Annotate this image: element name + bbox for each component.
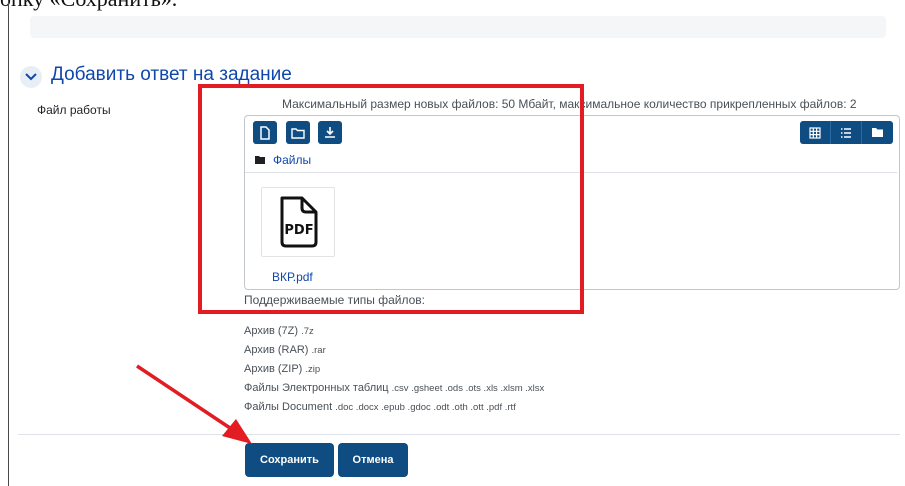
file-name-link[interactable]: ВКР.pdf — [272, 270, 313, 284]
tree-view-icon — [872, 128, 883, 137]
cancel-button[interactable]: Отмена — [338, 443, 408, 477]
accepted-type-item: Архив (ZIP) .zip — [244, 363, 321, 375]
grid-view-icon — [809, 126, 821, 139]
top-panel — [30, 16, 886, 38]
breadcrumb[interactable]: Файлы — [255, 153, 311, 167]
pdf-label: PDF — [284, 223, 313, 238]
grid-view-button[interactable] — [800, 121, 831, 144]
chevron-down-icon — [25, 73, 37, 81]
left-border — [8, 0, 9, 486]
view-switcher — [800, 121, 893, 144]
save-button[interactable]: Сохранить — [245, 443, 334, 477]
pdf-file-icon: PDF — [280, 196, 318, 248]
field-label: Файл работы — [37, 103, 111, 117]
upload-limits: Максимальный размер новых файлов: 50 Мба… — [282, 97, 857, 111]
accepted-type-item: Архив (RAR) .rar — [244, 344, 326, 356]
breadcrumb-label: Файлы — [273, 153, 312, 167]
annotation-arrow — [136, 364, 237, 434]
form-divider — [18, 434, 900, 435]
accepted-type-item: Файлы Document .doc .docx .epub .gdoc .o… — [244, 401, 516, 413]
path-divider — [245, 172, 897, 173]
accepted-type-item: Архив (7Z) .7z — [244, 325, 314, 337]
file-thumbnail[interactable]: PDF — [261, 187, 335, 257]
file-icon — [260, 125, 270, 140]
download-icon — [325, 127, 335, 138]
arrow-head-icon — [222, 419, 252, 444]
accepted-types-label: Поддерживаемые типы файлов: — [244, 293, 426, 307]
folder-icon — [291, 127, 305, 139]
tree-view-button[interactable] — [862, 121, 893, 144]
page-caption: опку «Сохранить». — [0, 0, 177, 12]
list-view-button[interactable] — [831, 121, 862, 144]
accepted-types-list: Архив (7Z) .7z Архив (RAR) .rar Архив (Z… — [244, 322, 544, 417]
section-title[interactable]: Добавить ответ на задание — [51, 64, 292, 86]
list-view-icon — [841, 127, 851, 138]
accepted-type-item: Файлы Электронных таблиц .csv .gsheet .o… — [244, 382, 545, 394]
download-all-button[interactable] — [318, 121, 342, 144]
add-file-button[interactable] — [253, 121, 277, 144]
folder-icon — [255, 156, 265, 164]
create-folder-button[interactable] — [286, 121, 310, 144]
section-collapse-toggle[interactable] — [20, 66, 42, 88]
